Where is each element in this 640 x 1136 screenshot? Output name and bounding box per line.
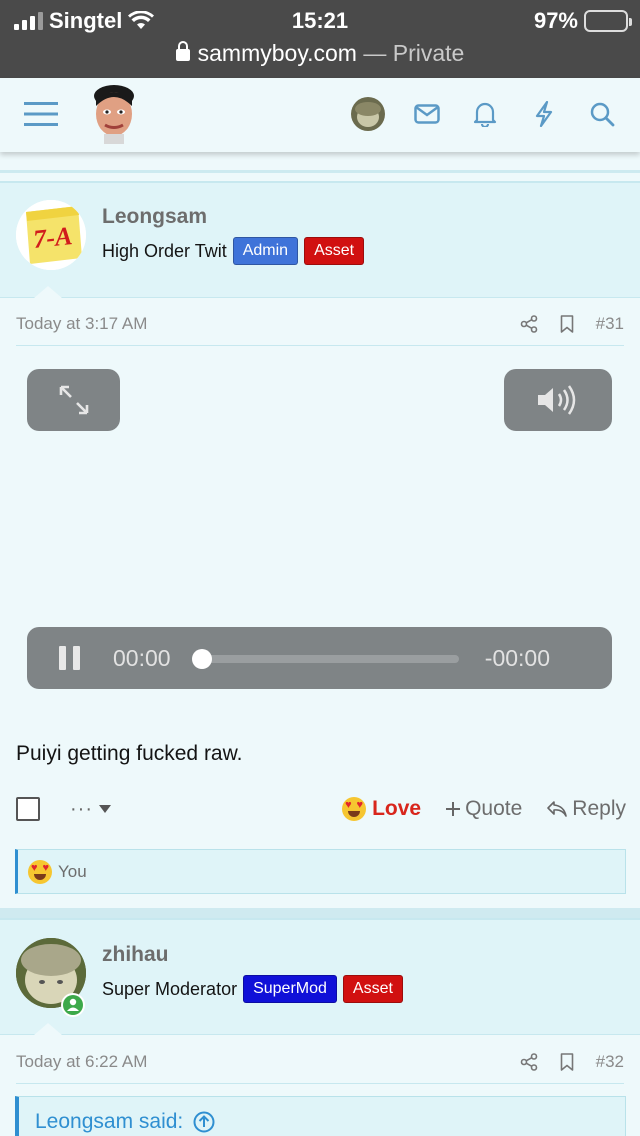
- post-number[interactable]: #31: [596, 314, 624, 334]
- video-remaining-time: -00:00: [484, 645, 550, 671]
- badge-asset: Asset: [304, 237, 365, 265]
- post-32-meta: Today at 6:22 AM #32: [16, 1040, 624, 1084]
- bookmark-icon[interactable]: [560, 1052, 574, 1071]
- url-bar[interactable]: sammyboy.com — Private: [0, 40, 640, 67]
- mail-icon[interactable]: [405, 92, 449, 136]
- post-number[interactable]: #32: [596, 1052, 624, 1072]
- share-icon[interactable]: [520, 1052, 538, 1071]
- love-button[interactable]: Love: [342, 797, 421, 821]
- user-avatar-leongsam[interactable]: 7-A: [16, 200, 86, 270]
- bolt-icon[interactable]: [522, 92, 566, 136]
- volume-button[interactable]: [504, 369, 612, 431]
- reply-label: Reply: [572, 797, 626, 820]
- post-31-user-header: 7-A Leongsam High Order Twit Admin Asset: [0, 181, 640, 298]
- select-checkbox[interactable]: [16, 797, 40, 821]
- love-label: Love: [372, 797, 422, 820]
- online-status-icon: [61, 993, 85, 1017]
- post-username[interactable]: Leongsam: [102, 205, 207, 229]
- pause-icon[interactable]: [59, 646, 81, 670]
- badge-asset: Asset: [342, 975, 403, 1003]
- post-actions: ··· Love Quote Reply: [16, 790, 626, 828]
- post-31-meta: Today at 3:17 AM #31: [16, 302, 624, 346]
- video-scrubber-knob[interactable]: [192, 649, 212, 669]
- quote-block: Leongsam said:: [15, 1096, 626, 1136]
- speaker-icon: [538, 385, 576, 415]
- battery-icon: [584, 10, 632, 32]
- expand-icon: [59, 385, 88, 415]
- bell-icon[interactable]: [463, 92, 507, 136]
- reactions-users: You: [58, 861, 87, 881]
- url-host: sammyboy.com: [197, 40, 357, 66]
- lock-icon: [175, 41, 190, 61]
- more-options-label: ···: [70, 797, 93, 820]
- post-user-title-row: Super Moderator SuperMod Asset: [102, 975, 403, 1003]
- user-avatar[interactable]: [346, 92, 390, 136]
- arrow-up-circle-icon[interactable]: [193, 1111, 215, 1133]
- post-timestamp[interactable]: Today at 6:22 AM: [16, 1052, 147, 1072]
- post-message: Puiyi getting fucked raw.: [16, 742, 243, 765]
- bookmark-icon[interactable]: [560, 314, 574, 333]
- battery-percent: 97%: [533, 8, 578, 33]
- video-scrubber[interactable]: [203, 655, 459, 663]
- plus-icon: [446, 802, 461, 816]
- battery-area: 97%: [533, 8, 632, 34]
- reply-arrow-icon: [547, 801, 568, 817]
- user-title: High Order Twit: [102, 240, 227, 261]
- quote-attribution[interactable]: Leongsam said:: [35, 1110, 215, 1134]
- site-navbar: [0, 78, 640, 152]
- quote-button[interactable]: Quote: [445, 797, 522, 821]
- video-controls-bar: 00:00 -00:00: [27, 627, 612, 689]
- header-pointer: [34, 286, 62, 298]
- url-private-label: — Private: [363, 40, 465, 66]
- video-elapsed-time: 00:00: [113, 645, 171, 671]
- site-logo[interactable]: [86, 84, 142, 144]
- post-32-user-header: zhihau Super Moderator SuperMod Asset: [0, 918, 640, 1035]
- share-icon[interactable]: [520, 314, 538, 333]
- post-user-title-row: High Order Twit Admin Asset: [102, 237, 365, 265]
- ios-status-bar: Singtel 15:21 97% sammyboy.com — Private: [0, 0, 640, 78]
- more-options-button[interactable]: ···: [70, 798, 111, 821]
- heart-eyes-icon: [28, 859, 52, 884]
- search-icon[interactable]: [580, 92, 624, 136]
- reactions-bar[interactable]: You: [15, 849, 626, 894]
- header-pointer: [34, 1023, 62, 1035]
- fullscreen-button[interactable]: [27, 369, 120, 431]
- navbar-divider: [0, 170, 640, 173]
- menu-icon[interactable]: [19, 92, 63, 136]
- avatar-7a-text: 7-A: [32, 221, 74, 254]
- quote-author-label: Leongsam said:: [35, 1110, 184, 1133]
- badge-supermod: SuperMod: [243, 975, 337, 1003]
- reply-button[interactable]: Reply: [546, 797, 626, 821]
- user-title: Super Moderator: [102, 978, 238, 999]
- chevron-down-icon: [98, 805, 111, 813]
- post-timestamp[interactable]: Today at 3:17 AM: [16, 314, 147, 334]
- badge-admin: Admin: [232, 237, 299, 265]
- quote-label: Quote: [465, 797, 523, 820]
- post-username[interactable]: zhihau: [102, 943, 169, 967]
- heart-eyes-icon: [342, 797, 367, 821]
